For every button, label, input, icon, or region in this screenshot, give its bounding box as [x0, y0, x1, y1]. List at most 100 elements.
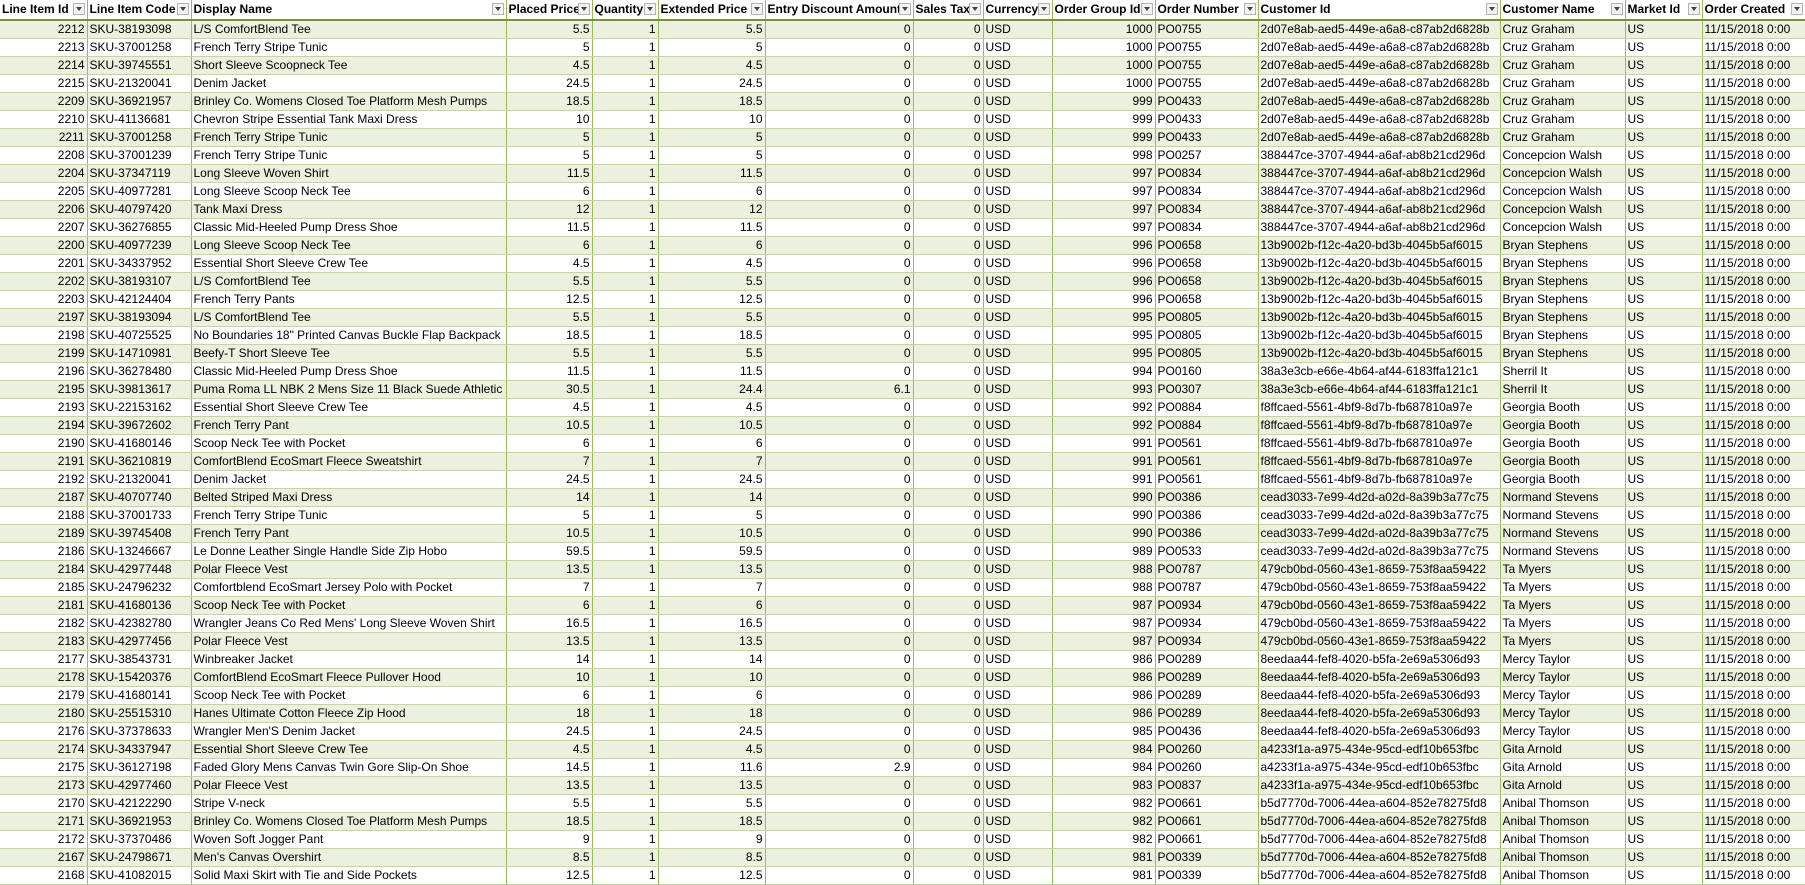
column-header[interactable]: Extended Price [658, 0, 766, 21]
table-cell[interactable]: 8eedaa44-fef8-4020-b5fa-2e69a5306d93 [1258, 668, 1501, 687]
table-cell[interactable]: 13.5 [506, 632, 593, 651]
table-cell[interactable]: 0 [765, 344, 914, 363]
table-cell[interactable]: USD [983, 578, 1053, 597]
table-cell[interactable]: SKU-41680136 [87, 596, 192, 615]
table-cell[interactable]: Winbreaker Jacket [191, 650, 507, 669]
table-cell[interactable]: PO0661 [1155, 830, 1259, 849]
table-cell[interactable]: US [1625, 812, 1703, 831]
table-cell[interactable]: Ta Myers [1500, 560, 1626, 579]
table-cell[interactable]: cead3033-7e99-4d2d-a02d-8a39b3a77c75 [1258, 524, 1501, 543]
table-cell[interactable]: 13b9002b-f12c-4a20-bd3b-4045b5af6015 [1258, 254, 1501, 273]
table-cell[interactable]: 0 [913, 740, 984, 759]
table-cell[interactable]: Bryan Stephens [1500, 290, 1626, 309]
table-cell[interactable]: SKU-36921957 [87, 92, 192, 111]
table-cell[interactable]: SKU-40725525 [87, 326, 192, 345]
table-cell[interactable]: 10 [658, 110, 766, 129]
table-cell[interactable]: 11/15/2018 0:00 [1702, 866, 1805, 885]
table-cell[interactable]: 2196 [0, 362, 88, 381]
table-cell[interactable]: 988 [1052, 560, 1156, 579]
table-cell[interactable]: 0 [913, 398, 984, 417]
table-cell[interactable]: 5.5 [506, 794, 593, 813]
table-cell[interactable]: 1 [592, 722, 659, 741]
table-cell[interactable]: 2d07e8ab-aed5-449e-a6a8-c87ab2d6828b [1258, 128, 1501, 147]
table-cell[interactable]: 2178 [0, 668, 88, 687]
table-cell[interactable]: 0 [765, 416, 914, 435]
table-cell[interactable]: 2185 [0, 578, 88, 597]
column-header[interactable]: Currency [983, 0, 1053, 21]
table-cell[interactable]: SKU-42977460 [87, 776, 192, 795]
table-cell[interactable]: PO0787 [1155, 578, 1259, 597]
table-cell[interactable]: 13b9002b-f12c-4a20-bd3b-4045b5af6015 [1258, 344, 1501, 363]
table-cell[interactable]: 10 [506, 110, 593, 129]
table-cell[interactable]: 0 [765, 452, 914, 471]
table-cell[interactable]: 1 [592, 308, 659, 327]
table-cell[interactable]: 2181 [0, 596, 88, 615]
table-cell[interactable]: 11/15/2018 0:00 [1702, 218, 1805, 237]
table-cell[interactable]: 479cb0bd-0560-43e1-8659-753f8aa59422 [1258, 578, 1501, 597]
table-cell[interactable]: 388447ce-3707-4944-a6af-ab8b21cd296d [1258, 218, 1501, 237]
table-cell[interactable]: USD [983, 650, 1053, 669]
table-cell[interactable]: 2174 [0, 740, 88, 759]
table-cell[interactable]: USD [983, 542, 1053, 561]
table-cell[interactable]: US [1625, 686, 1703, 705]
table-cell[interactable]: 986 [1052, 704, 1156, 723]
table-cell[interactable]: US [1625, 830, 1703, 849]
table-cell[interactable]: 0 [913, 578, 984, 597]
table-cell[interactable]: 13b9002b-f12c-4a20-bd3b-4045b5af6015 [1258, 290, 1501, 309]
table-cell[interactable]: Mercy Taylor [1500, 722, 1626, 741]
table-cell[interactable]: 992 [1052, 416, 1156, 435]
table-cell[interactable]: 0 [765, 830, 914, 849]
table-cell[interactable]: USD [983, 20, 1053, 39]
column-header[interactable]: Order Number [1155, 0, 1259, 21]
table-cell[interactable]: US [1625, 254, 1703, 273]
table-cell[interactable]: 11/15/2018 0:00 [1702, 830, 1805, 849]
table-cell[interactable]: Concepcion Walsh [1500, 182, 1626, 201]
table-cell[interactable]: 9 [658, 830, 766, 849]
table-cell[interactable]: USD [983, 290, 1053, 309]
table-cell[interactable]: 388447ce-3707-4944-a6af-ab8b21cd296d [1258, 164, 1501, 183]
table-cell[interactable]: 1 [592, 362, 659, 381]
table-cell[interactable]: Anibal Thomson [1500, 866, 1626, 885]
table-cell[interactable]: 2206 [0, 200, 88, 219]
table-cell[interactable]: 0 [765, 326, 914, 345]
table-cell[interactable]: 0 [765, 146, 914, 165]
table-cell[interactable]: Cruz Graham [1500, 92, 1626, 111]
table-cell[interactable]: 0 [913, 506, 984, 525]
table-cell[interactable]: 995 [1052, 326, 1156, 345]
table-cell[interactable]: 13b9002b-f12c-4a20-bd3b-4045b5af6015 [1258, 326, 1501, 345]
table-cell[interactable]: SKU-39672602 [87, 416, 192, 435]
table-cell[interactable]: 0 [765, 470, 914, 489]
filter-dropdown-icon[interactable] [1037, 3, 1050, 15]
column-header[interactable]: Customer Name [1500, 0, 1626, 21]
table-cell[interactable]: 0 [765, 650, 914, 669]
table-cell[interactable]: 0 [765, 164, 914, 183]
table-cell[interactable]: USD [983, 128, 1053, 147]
table-cell[interactable]: Puma Roma LL NBK 2 Mens Size 11 Black Su… [191, 380, 507, 399]
table-cell[interactable]: 2d07e8ab-aed5-449e-a6a8-c87ab2d6828b [1258, 56, 1501, 75]
table-cell[interactable]: 2191 [0, 452, 88, 471]
table-cell[interactable]: 11/15/2018 0:00 [1702, 488, 1805, 507]
table-cell[interactable]: Denim Jacket [191, 470, 507, 489]
filter-dropdown-icon[interactable] [577, 3, 590, 15]
table-cell[interactable]: SKU-36127198 [87, 758, 192, 777]
table-cell[interactable]: a4233f1a-a975-434e-95cd-edf10b653fbc [1258, 740, 1501, 759]
table-cell[interactable]: SKU-39745408 [87, 524, 192, 543]
table-cell[interactable]: PO0433 [1155, 110, 1259, 129]
table-cell[interactable]: 2190 [0, 434, 88, 453]
table-cell[interactable]: SKU-39813617 [87, 380, 192, 399]
table-cell[interactable]: 1 [592, 470, 659, 489]
table-cell[interactable]: USD [983, 740, 1053, 759]
table-cell[interactable]: 5.5 [658, 20, 766, 39]
table-cell[interactable]: 986 [1052, 650, 1156, 669]
table-cell[interactable]: Georgia Booth [1500, 398, 1626, 417]
table-cell[interactable]: USD [983, 398, 1053, 417]
filter-dropdown-icon[interactable] [1485, 3, 1498, 15]
table-cell[interactable]: 11/15/2018 0:00 [1702, 686, 1805, 705]
table-cell[interactable]: 5.5 [506, 344, 593, 363]
table-cell[interactable]: 991 [1052, 470, 1156, 489]
table-cell[interactable]: US [1625, 308, 1703, 327]
table-cell[interactable]: US [1625, 380, 1703, 399]
table-cell[interactable]: Normand Stevens [1500, 506, 1626, 525]
table-cell[interactable]: USD [983, 434, 1053, 453]
table-cell[interactable]: 13b9002b-f12c-4a20-bd3b-4045b5af6015 [1258, 272, 1501, 291]
